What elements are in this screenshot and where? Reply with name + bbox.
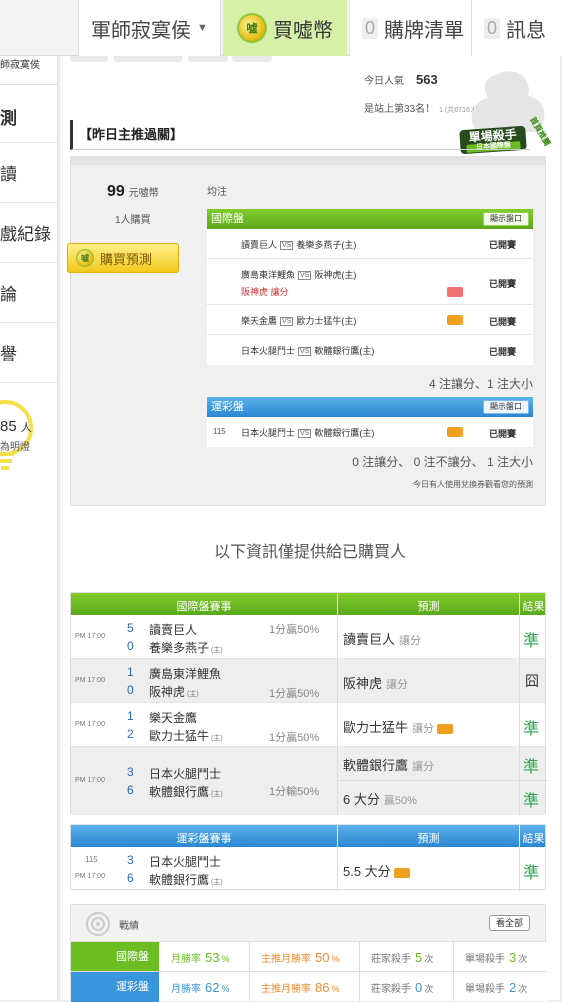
sidebar-item-discuss[interactable]: 論 [0,263,58,323]
result-mark: 囧 [525,673,539,689]
lottery-panel-header: 運彩盤 顯示盤口 [207,397,533,417]
intl-row: 讀賣巨人 VS 養樂多燕子(主) 已開賽 [207,229,533,259]
cart-label: 購牌清單 [384,19,465,42]
pick-card: 99 元噓幣 1人購買 噓 購買預測 均注 國際盤 顯示盤口 讀賣巨人 VS 養樂多燕… [67,156,546,506]
view-all-button[interactable]: 看全部 [489,915,531,931]
sidebar: 師寂寞侯 測 讀 戲紀錄 論 譽 85 人 為明燈 [0,56,58,1000]
coin-icon: 噓 [76,249,94,267]
record-row-intl: 國際盤 月勝率 53% 主推月勝率 50% 莊家殺手 5 次 單場殺手 3 次 [71,941,547,972]
record-row-lottery: 運彩盤 月勝率 62% 主推月勝率 86% 莊家殺手 0 次 單場殺手 2 次 [71,971,547,1002]
table-row: PM 17:00 3 日本火腿鬥士 6 軟體銀行鷹 (主) 1分輸50% 軟體銀行… [71,747,548,815]
intl-row: 樂天金鷹 VS 歐力士猛牛(主) 已開賽 [207,305,533,335]
show-odds-button[interactable]: 顯示盤口 [483,212,529,226]
sidebar-item-honor[interactable]: 譽 [0,323,58,383]
lottery-summary: 0 注讓分、 0 注不讓分、 1 注大小 [352,455,533,469]
intl-panel-header: 國際盤 顯示盤口 [207,209,533,229]
lottery-result-table: 運彩盤賽事 預測 結果 115 PM 17:00 3 日本火腿鬥士 6 軟體銀行… [70,824,546,891]
coupon-note: 今日有人使用兌換券觀看您的預測 [413,480,533,489]
intl-summary: 4 注讓分、1 注大小 [428,377,533,391]
popularity: 今日人氣 563 [364,72,438,87]
intl-panel: 國際盤 顯示盤口 讀賣巨人 VS 養樂多燕子(主) 已開賽 廣島東洋鯉魚 VS 阪神虎(… [207,209,533,365]
buy-prediction-button[interactable]: 噓 購買預測 [67,243,179,273]
pick-buyers: 1人購買 [115,215,151,226]
sidebar-user: 師寂寞侯 [0,60,40,71]
buyer-only-title: 以下資訊僅提供給已購買人 [213,544,406,561]
cart-button[interactable]: 0 購牌清單 [349,0,471,56]
main-content: 今日人氣 563 是站上第33名！ 1 (共6716人) 單場殺手 日本國際盤 首頁推… [60,56,560,1002]
result-mark: 準 [523,633,540,650]
coin-icon: 噓 [237,13,267,43]
lottery-table-header: 運彩盤賽事 預測 結果 [71,825,545,847]
section-title: 【昨日主推過關】 [70,120,530,150]
result-mark: 準 [523,865,540,882]
show-odds-button[interactable]: 顯示盤口 [483,400,529,414]
intl-row: 日本火腿鬥士 VS 軟體銀行鷹(主) 已開賽 [241,346,517,357]
follower-caption: 為明燈 [0,442,30,453]
table-row: 115 PM 17:00 3 日本火腿鬥士 6 軟體銀行鷹 (主) 5.5 大分 … [71,847,545,891]
record-title: 戰績 [119,921,139,932]
buy-coins-button[interactable]: 噓 買噓幣 [223,0,347,56]
user-name: 軍師寂寞侯 [91,19,192,42]
messages-button[interactable]: 0 訊息 [471,0,562,56]
sidebar-item-read[interactable]: 讀 [0,143,58,203]
table-row: PM 17:00 1 樂天金鷹 2 歐力士猛牛 (主) 1分贏50% 歐力士猛牛讓… [71,703,545,747]
lottery-panel: 運彩盤 顯示盤口 115 日本火腿鬥士 VS 軟體銀行鷹(主) 已開賽 [207,397,533,447]
result-mark: 準 [523,721,540,738]
messages-label: 訊息 [506,19,547,42]
pick-price: 99 元噓幣 [107,183,159,200]
messages-count: 0 [484,17,501,39]
table-row: PM 17:00 1 廣島東洋鯉魚 0 阪神虎 (主) 1分贏50% 阪神虎 讓分 … [71,659,545,703]
sidebar-item-records[interactable]: 戲紀錄 [0,203,58,263]
lottery-row: 115 日本火腿鬥士 VS 軟體銀行鷹(主) 已開賽 [213,427,517,439]
intl-result-table: 國際盤賽事 預測 結果 PM 17:00 5 讀賣巨人 0 養樂多燕子 (主) 1… [70,592,548,815]
user-menu[interactable]: 軍師寂寞侯 ▼ [78,0,221,56]
top-nav: 軍師寂寞侯 ▼ 噓 買噓幣 0 購牌清單 0 訊息 [0,0,562,56]
intl-row: 廣島東洋鯉魚 VS 阪神虎(主) 阪神虎 讓分 已開賽 [207,259,533,305]
follower-count: 85 人 [0,418,32,435]
intl-table-header: 國際盤賽事 預測 結果 [71,593,545,615]
cart-count: 0 [362,17,379,39]
table-row: PM 17:00 5 讀賣巨人 0 養樂多燕子 (主) 1分贏50% 讀賣巨人 讓分… [71,615,545,659]
result-mark: 準 [523,793,540,810]
caret-down-icon: ▼ [197,22,208,34]
record-card: 戰績 看全部 國際盤 月勝率 53% 主推月勝率 50% 莊家殺手 5 次 單場殺手 3 次… [70,904,547,1002]
result-mark: 準 [523,759,540,776]
pick-type: 均注 [207,187,227,198]
sidebar-item-predict[interactable]: 測 [0,86,58,146]
buy-coins-label: 買噓幣 [273,19,333,42]
target-icon [85,911,111,937]
